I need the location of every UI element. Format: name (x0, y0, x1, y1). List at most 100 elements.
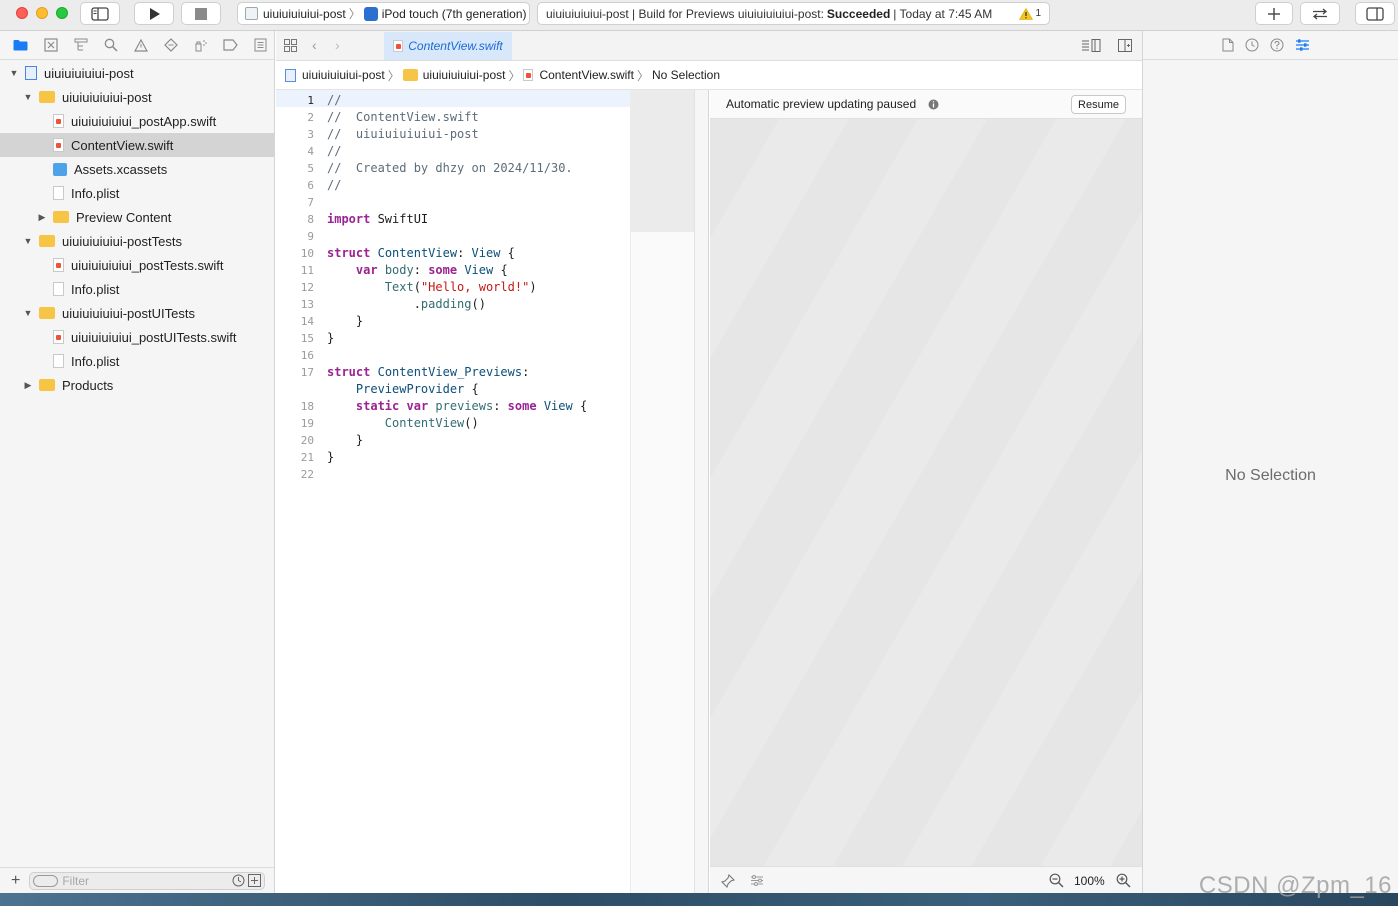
resume-button[interactable]: Resume (1071, 95, 1126, 114)
scheme-destination-selector[interactable]: uiuiuiuiuiui-post 〉 iPod touch (7th gene… (237, 2, 530, 25)
tree-item[interactable]: ▼ uiuiuiuiuiui-postTests (0, 229, 274, 253)
list-icon[interactable] (251, 36, 270, 55)
toggle-navigator-button[interactable] (80, 2, 120, 25)
disclosure-expanded-icon[interactable]: ▼ (9, 68, 19, 78)
preview-canvas[interactable] (710, 119, 1142, 866)
minimize-window-button[interactable] (36, 7, 48, 19)
tree-item[interactable]: Info.plist (0, 277, 274, 301)
zoom-in-icon[interactable] (1116, 873, 1131, 888)
pin-icon[interactable] (721, 874, 735, 888)
code-review-button[interactable] (1300, 2, 1340, 25)
code-line[interactable]: 1 // (276, 92, 630, 109)
toggle-inspector-button[interactable] (1355, 2, 1395, 25)
filter-options-icon[interactable] (33, 874, 59, 887)
back-arrow-icon[interactable]: ‹ (312, 37, 317, 53)
editor-canvas-divider[interactable] (694, 90, 709, 893)
x-square-icon[interactable] (41, 36, 60, 55)
help-inspector-icon[interactable] (1270, 38, 1284, 52)
tree-item[interactable]: uiuiuiuiuiui_postApp.swift (0, 109, 274, 133)
code-line[interactable]: 2 // ContentView.swift (276, 109, 630, 126)
tree-item[interactable]: ▶ Products (0, 373, 274, 397)
code-line[interactable]: 13 .padding() (276, 296, 630, 313)
jumpbar-group[interactable]: uiuiuiuiuiui-post (423, 68, 506, 82)
zoom-level[interactable]: 100% (1074, 874, 1105, 888)
folder-icon[interactable] (11, 36, 30, 55)
disclosure-collapsed-icon[interactable]: ▶ (23, 380, 33, 391)
code-line[interactable]: 3 // uiuiuiuiuiui-post (276, 126, 630, 143)
tag-icon[interactable] (221, 36, 240, 55)
tab-label: ContentView.swift (408, 39, 503, 53)
warning-triangle-icon[interactable] (131, 36, 150, 55)
minimap-visible-region[interactable] (631, 90, 695, 232)
code-line[interactable]: 9 (276, 228, 630, 245)
code-line[interactable]: 18 static var previews: some View { (276, 398, 630, 415)
code-text: // uiuiuiuiuiui-post (327, 126, 479, 143)
tree-item[interactable]: ▼ uiuiuiuiuiui-postUITests (0, 301, 274, 325)
code-line[interactable]: 16 (276, 347, 630, 364)
code-line[interactable]: 19 ContentView() (276, 415, 630, 432)
code-line[interactable]: 6 // (276, 177, 630, 194)
tree-item[interactable]: Assets.xcassets (0, 157, 274, 181)
warning-indicator[interactable]: 1 (1019, 7, 1041, 20)
split-editor-icon[interactable] (1118, 39, 1132, 52)
spray-icon[interactable] (191, 36, 210, 55)
tree-item[interactable]: ▶ Preview Content (0, 205, 274, 229)
tree-item[interactable]: uiuiuiuiuiui_postTests.swift (0, 253, 274, 277)
minimap[interactable] (630, 90, 695, 893)
code-line[interactable]: 5 // Created by dhzy on 2024/11/30. (276, 160, 630, 177)
file-inspector-icon[interactable] (1222, 38, 1234, 52)
scheme-label[interactable]: uiuiuiuiuiui-post (263, 7, 346, 21)
search-icon[interactable] (101, 36, 120, 55)
code-line[interactable]: 11 var body: some View { (276, 262, 630, 279)
history-inspector-icon[interactable] (1245, 38, 1259, 52)
zoom-out-icon[interactable] (1049, 873, 1064, 888)
sliders-icon[interactable] (750, 874, 764, 887)
line-number: 22 (300, 468, 314, 481)
jumpbar-symbol[interactable]: No Selection (652, 68, 720, 82)
code-line[interactable]: 15} (276, 330, 630, 347)
info-icon[interactable] (928, 99, 939, 110)
recent-files-icon[interactable] (232, 874, 245, 887)
hierarchy-icon[interactable] (71, 36, 90, 55)
code-line[interactable]: 8 import SwiftUI (276, 211, 630, 228)
grid-icon[interactable] (284, 39, 297, 52)
code-line[interactable]: 21} (276, 449, 630, 466)
tab-contentview-swift[interactable]: ContentView.swift (384, 32, 512, 60)
code-line[interactable]: PreviewProvider { (276, 381, 630, 398)
tree-item[interactable]: ▼ uiuiuiuiuiui-post (0, 85, 274, 109)
code-line[interactable]: 14 } (276, 313, 630, 330)
disclosure-expanded-icon[interactable]: ▼ (23, 92, 33, 102)
run-button[interactable] (134, 2, 174, 25)
code-line[interactable]: 7 (276, 194, 630, 211)
tree-item[interactable]: ▼ uiuiuiuiuiui-post (0, 61, 274, 85)
jumpbar-project[interactable]: uiuiuiuiuiui-post (302, 68, 385, 82)
code-line[interactable]: 4 // (276, 143, 630, 160)
tree-item[interactable]: uiuiuiuiuiui_postUITests.swift (0, 325, 274, 349)
source-editor[interactable]: 1 // 2 // ContentView.swift 3 // uiuiuiuiuiui… (276, 90, 630, 893)
filter-field[interactable]: Filter (29, 871, 266, 890)
close-window-button[interactable] (16, 7, 28, 19)
zoom-window-button[interactable] (56, 7, 68, 19)
adjust-editor-options-icon[interactable] (1081, 39, 1101, 52)
code-line[interactable]: 10 struct ContentView: View { (276, 245, 630, 262)
tree-item[interactable]: Info.plist (0, 181, 274, 205)
code-line[interactable]: 17 struct ContentView_Previews: (276, 364, 630, 381)
code-line[interactable]: 22 (276, 466, 630, 483)
attributes-inspector-icon[interactable] (1295, 38, 1310, 52)
disclosure-collapsed-icon[interactable]: ▶ (37, 212, 47, 223)
stop-button[interactable] (181, 2, 221, 25)
library-button[interactable] (1255, 2, 1293, 25)
forward-arrow-icon[interactable]: › (335, 37, 340, 53)
tree-item[interactable]: Info.plist (0, 349, 274, 373)
tree-item[interactable]: ContentView.swift (0, 133, 274, 157)
code-line[interactable]: 20 } (276, 432, 630, 449)
diamond-icon[interactable] (161, 36, 180, 55)
jumpbar-file[interactable]: ContentView.swift (539, 68, 634, 82)
add-file-button[interactable]: + (11, 872, 20, 890)
disclosure-expanded-icon[interactable]: ▼ (23, 236, 33, 246)
source-control-filter-icon[interactable] (248, 874, 262, 887)
swift-file-icon (53, 258, 64, 272)
disclosure-expanded-icon[interactable]: ▼ (23, 308, 33, 318)
destination-label[interactable]: iPod touch (7th generation) (382, 7, 527, 21)
code-line[interactable]: 12 Text("Hello, world!") (276, 279, 630, 296)
